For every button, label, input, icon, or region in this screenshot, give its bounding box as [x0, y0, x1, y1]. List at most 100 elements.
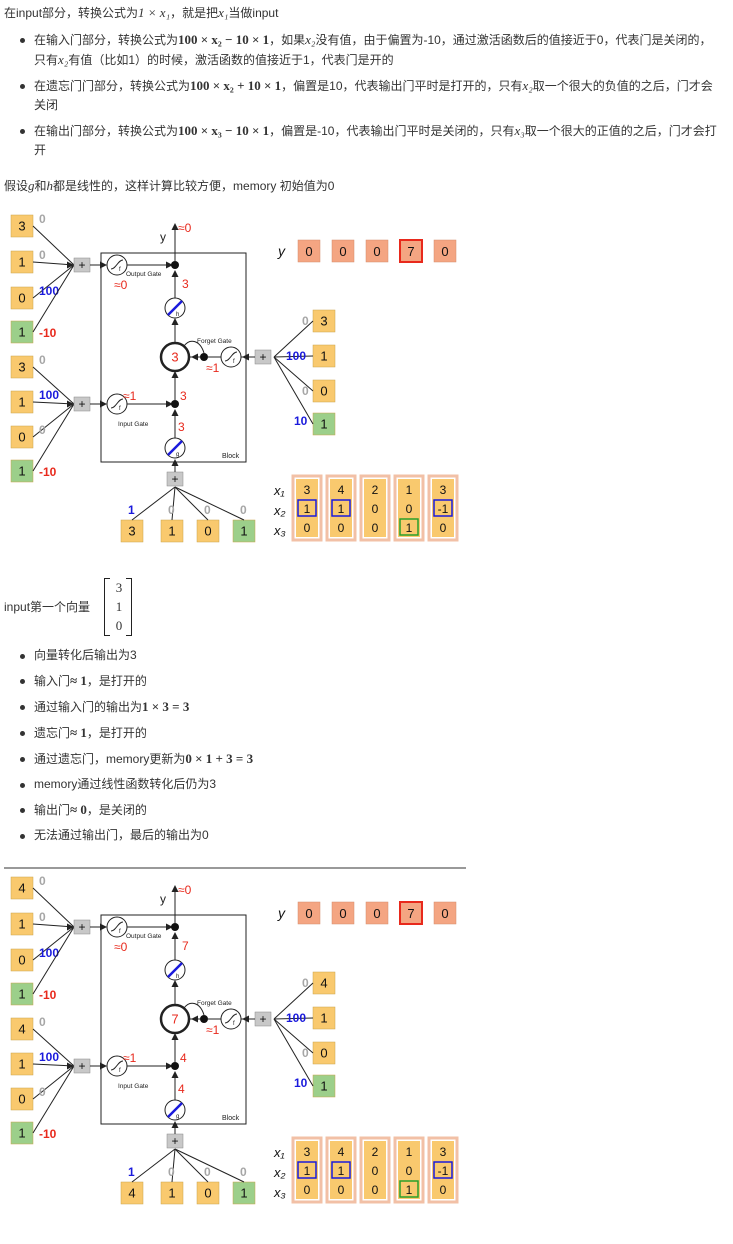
gate-weight: -10: [39, 1127, 57, 1141]
bullet-output-gate: 在输出门部分，转换公式为100 × x₃ − 10 × 1，偏置是-10，代表输…: [18, 121, 723, 160]
gate-weight: 0: [39, 1015, 46, 1029]
y-output-value: 7: [407, 906, 414, 921]
gate-input-box-value: 3: [18, 219, 25, 234]
cell-weight: 0: [168, 1165, 175, 1179]
multiply-node: [171, 261, 179, 269]
gate-input-box-value: 1: [18, 1057, 25, 1072]
connector-line: [32, 264, 75, 333]
h-output-value: 7: [182, 939, 189, 953]
x-row-label: x₁: [273, 483, 285, 498]
y-output-value: 0: [373, 244, 380, 259]
cell-input-box-value: 1: [168, 524, 175, 539]
cell-input-box-value: 1: [240, 524, 247, 539]
sequence-value: 1: [406, 521, 413, 535]
input-gate-value: ≈1: [123, 1051, 137, 1065]
g-output-value: 4: [178, 1082, 185, 1096]
x-row-label: x₃: [273, 1185, 286, 1200]
gate-input-box-value: 1: [18, 917, 25, 932]
block-label: Block: [222, 1115, 240, 1122]
y-sequence-label: y: [277, 905, 286, 921]
cell-input-box-value: 0: [204, 1186, 211, 1201]
multiply-node: [200, 353, 208, 361]
sum-symbol: +: [171, 472, 178, 486]
output-y-label: y: [160, 230, 166, 244]
forget-input-box-value: 3: [320, 314, 327, 329]
step-item: 通过遗忘门，memory更新为0 × 1 + 3 = 3: [18, 749, 723, 769]
cell-weight: 0: [168, 503, 175, 517]
sequence-value: 0: [372, 521, 379, 535]
function-sub: g: [176, 452, 179, 458]
step-item: 输入门≈ 1，是打开的: [18, 671, 723, 691]
sequence-value: 3: [440, 483, 447, 497]
forget-weight: 10: [294, 1076, 308, 1090]
vector-entry: 3: [115, 580, 123, 595]
connector-line: [32, 403, 75, 472]
forget-input-box-value: 1: [320, 1079, 327, 1094]
connector-line: [32, 926, 75, 995]
cell-input-box-value: 1: [168, 1186, 175, 1201]
block-label: Block: [222, 453, 240, 460]
sum-symbol: +: [171, 1134, 178, 1148]
cell-weight: 1: [128, 1165, 135, 1179]
sequence-value: 3: [304, 1145, 311, 1159]
gate-weight: 0: [39, 874, 46, 888]
gate-weight: 0: [39, 248, 46, 262]
arrow-head: [100, 1062, 107, 1070]
forget-input-box-value: 0: [320, 1046, 327, 1061]
sequence-value: 3: [304, 483, 311, 497]
arrow-head: [171, 1071, 179, 1078]
y-output-value: 0: [339, 906, 346, 921]
sequence-value: 2: [372, 1145, 379, 1159]
output-gate-label: Output Gate: [126, 933, 162, 940]
cell-weight: 0: [240, 1165, 247, 1179]
y-output-value: 0: [339, 244, 346, 259]
sequence-value: 1: [406, 483, 413, 497]
final-output-value: ≈0: [178, 883, 192, 897]
gate-bullet-list: 在输入门部分，转换公式为100 × x₂ − 10 × 1，如果x₂没有值，由于…: [18, 30, 723, 166]
x-row-label: x₃: [273, 523, 286, 538]
arrow-head: [100, 261, 107, 269]
gate-weight: 0: [39, 423, 46, 437]
sequence-value: 1: [304, 1164, 311, 1178]
input-vector: 3 1 0: [112, 578, 126, 635]
gate-weight: 0: [39, 910, 46, 924]
forget-input-box-value: 4: [320, 976, 327, 991]
input-gate-value: ≈1: [123, 389, 137, 403]
input-gate-label: Input Gate: [118, 421, 149, 428]
connector-line: [32, 1065, 75, 1134]
y-output-value: 0: [373, 906, 380, 921]
arrow-head: [171, 270, 179, 277]
y-output-value: 7: [407, 244, 414, 259]
sequence-value: 0: [406, 502, 413, 516]
input-vector-label: input第一个向量: [4, 600, 91, 614]
step-item: 输出门≈ 0，是关闭的: [18, 800, 723, 820]
forget-input-box-value: 1: [320, 417, 327, 432]
forget-input-box-value: 0: [320, 384, 327, 399]
forget-gate-value: ≈1: [206, 1023, 220, 1037]
sum-symbol: +: [78, 397, 85, 411]
cell-input-box-value: 3: [128, 524, 135, 539]
step-item: 遗忘门≈ 1，是打开的: [18, 723, 723, 743]
gate-weight: -10: [39, 326, 57, 340]
sequence-value: 4: [338, 1145, 345, 1159]
arrow-head: [191, 353, 198, 361]
cell-input-box-value: 4: [128, 1186, 135, 1201]
gate-input-box-value: 4: [18, 881, 25, 896]
intro-text: 在input部分，转换公式为1 × x₁，就是把x₁当做input: [4, 5, 279, 20]
sum-symbol: +: [259, 1012, 266, 1026]
sequence-value: -1: [438, 502, 449, 516]
forget-weight: 0: [302, 1046, 309, 1060]
cell-weight: 0: [240, 503, 247, 517]
input-vector-line: input第一个向量 3 1 0: [4, 576, 404, 638]
input-product-value: 4: [180, 1051, 187, 1065]
function-sub: h: [176, 974, 179, 980]
gate-weight: 100: [39, 388, 59, 402]
assumption-text: 假设g和h都是线性的，这样计算比较方便，memory 初始值为0: [4, 178, 335, 193]
bullet-forget-gate: 在遗忘门门部分，转换公式为100 × x₂ + 10 × 1，偏置是10，代表输…: [18, 76, 723, 115]
gate-weight: -10: [39, 988, 57, 1002]
lstm-diagram-1: 3 0 1 0 0 100 1 -10 +3 0 1 100 0 0 1 -10 + Block f Output G…: [4, 210, 474, 553]
right-bracket: [126, 578, 132, 636]
gate-weight: 100: [39, 1050, 59, 1064]
sequence-value: 4: [338, 483, 345, 497]
sequence-value: 0: [372, 1183, 379, 1197]
